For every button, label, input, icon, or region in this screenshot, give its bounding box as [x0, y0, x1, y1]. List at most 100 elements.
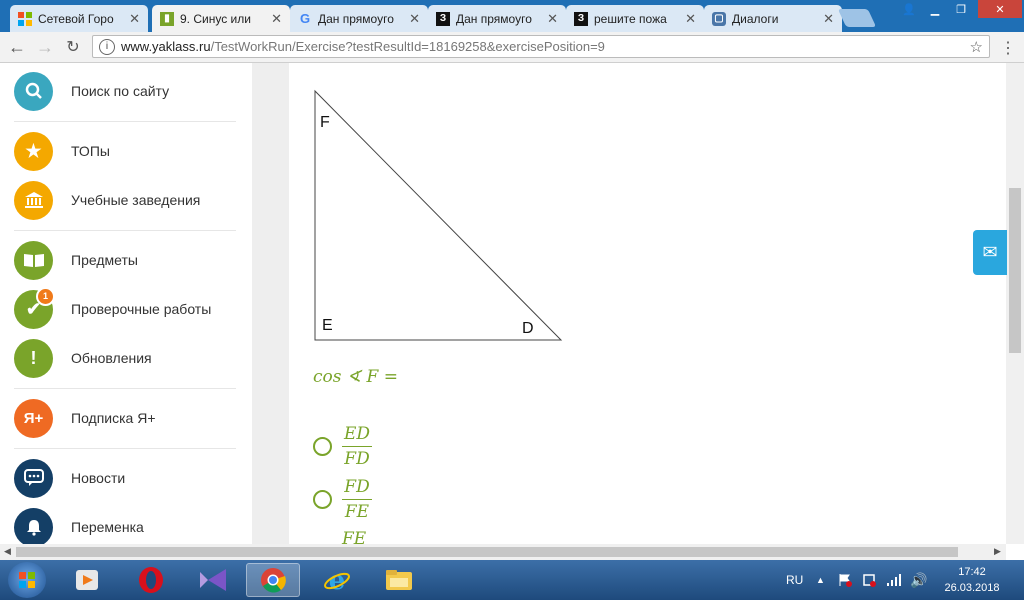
horizontal-scrollbar[interactable]: ◀ ▶	[0, 544, 1006, 560]
triangle-figure	[314, 89, 563, 341]
system-clock[interactable]: 17:42 26.03.2018	[940, 564, 1004, 596]
url-host: www.yaklass.ru	[121, 39, 211, 54]
volume-icon[interactable]: 🔊	[910, 560, 927, 600]
tab-title: решите пожа	[594, 11, 667, 26]
sidebar-item-label: ТОПы	[71, 143, 110, 159]
tab-title: Дан прямоуго	[456, 11, 532, 26]
tab-znanija-1[interactable]: З Дан прямоуго ✕	[428, 5, 566, 32]
clock-date: 26.03.2018	[944, 582, 1000, 594]
building-icon	[14, 180, 53, 220]
envelope-icon: ✉	[982, 242, 998, 262]
user-profile-icon[interactable]: 👤	[896, 0, 922, 18]
tab-close-icon[interactable]: ✕	[547, 11, 558, 27]
tab-google-search[interactable]: G Дан прямоуго ✕	[290, 5, 428, 32]
sidebar-item-label: Поиск по сайту	[71, 83, 170, 99]
tab-sinus[interactable]: ▮ 9. Синус или ✕	[152, 5, 290, 32]
back-arrow-icon[interactable]: ←	[6, 36, 28, 58]
tab-close-icon[interactable]: ✕	[409, 11, 420, 27]
show-hidden-icons-icon[interactable]: ▲	[816, 560, 825, 600]
scroll-left-arrow-icon[interactable]: ◀	[4, 546, 11, 557]
action-center-flag-icon[interactable]	[838, 560, 852, 600]
znanija-favicon-icon: З	[574, 11, 588, 26]
internet-explorer-icon[interactable]: e	[310, 563, 364, 597]
numerator: ED	[343, 424, 371, 444]
svg-text:e: e	[329, 566, 346, 594]
tab-setevoy-gorod[interactable]: Сетевой Горо ✕	[10, 5, 148, 32]
sidebar-item-label: Предметы	[71, 252, 138, 268]
vertex-label-f: F	[320, 114, 330, 131]
search-icon	[14, 71, 53, 111]
fraction-bar	[342, 446, 372, 447]
sidebar-item-tops[interactable]: ★ ТОПы	[14, 131, 236, 171]
tab-dialogi[interactable]: ▢ Диалоги ✕	[704, 5, 842, 32]
restore-icon[interactable]: ❐	[948, 0, 974, 18]
feedback-mail-button[interactable]: ✉	[973, 230, 1007, 275]
divider	[14, 388, 236, 389]
vk-favicon-icon: ▢	[712, 11, 726, 26]
start-button[interactable]	[8, 562, 46, 598]
radio-button[interactable]	[313, 437, 332, 456]
bell-icon	[14, 507, 53, 544]
close-window-icon[interactable]: ✕	[978, 0, 1022, 18]
google-favicon-icon: G	[299, 11, 311, 26]
network-signal-icon[interactable]	[886, 560, 902, 600]
chrome-icon[interactable]	[246, 563, 300, 597]
scroll-right-arrow-icon[interactable]: ▶	[994, 546, 1001, 557]
sidebar-item-search[interactable]: Поиск по сайту	[14, 71, 236, 111]
radio-button[interactable]	[313, 490, 332, 509]
forward-arrow-icon[interactable]: →	[34, 36, 56, 58]
denominator: FE	[344, 502, 370, 522]
tab-close-icon[interactable]: ✕	[823, 11, 834, 27]
sidebar: Поиск по сайту ★ ТОПы Учебные заведения …	[0, 63, 252, 544]
browser-tab-strip: Сетевой Горо ✕ ▮ 9. Синус или ✕ G Дан пр…	[0, 0, 1024, 32]
tab-close-icon[interactable]: ✕	[129, 11, 140, 27]
new-tab-button[interactable]	[837, 9, 877, 27]
check-icon: ✔ 1	[14, 286, 55, 329]
sidebar-item-news[interactable]: Новости	[14, 458, 236, 498]
sidebar-item-schools[interactable]: Учебные заведения	[14, 180, 236, 220]
scrollbar-thumb[interactable]	[1009, 188, 1021, 353]
file-explorer-icon[interactable]	[372, 563, 426, 597]
sidebar-item-label: Проверочные работы	[71, 301, 212, 317]
scrollbar-thumb[interactable]	[16, 547, 958, 557]
minimize-icon[interactable]: ▁	[922, 0, 948, 18]
answer-option-2[interactable]: FD FE	[313, 477, 372, 522]
tab-close-icon[interactable]: ✕	[685, 11, 696, 27]
tab-title: Сетевой Горо	[38, 11, 114, 26]
answer-option-3[interactable]: FE	[313, 529, 366, 544]
language-indicator[interactable]: RU	[786, 560, 803, 600]
vertex-label-d: D	[522, 320, 534, 337]
sidebar-item-subscription[interactable]: Я+ Подписка Я+	[14, 398, 236, 438]
vertex-label-e: E	[322, 317, 333, 334]
opera-icon[interactable]	[124, 563, 178, 597]
site-info-icon[interactable]: i	[99, 38, 115, 55]
fraction: FE	[342, 529, 366, 544]
tab-close-icon[interactable]: ✕	[271, 11, 282, 27]
divider	[14, 448, 236, 449]
sidebar-item-tests[interactable]: ✔ 1 Проверочные работы	[14, 286, 236, 329]
sidebar-item-updates[interactable]: ! Обновления	[14, 338, 236, 378]
fraction: FD FE	[342, 477, 372, 522]
yaklass-favicon-icon: ▮	[160, 11, 174, 26]
vertical-scrollbar[interactable]	[1006, 63, 1024, 544]
sidebar-item-break[interactable]: Переменка	[14, 507, 236, 544]
address-bar[interactable]: i www.yaklass.ru/TestWorkRun/Exercise?te…	[92, 35, 990, 58]
exclamation-icon: !	[14, 338, 53, 378]
sidebar-item-subjects[interactable]: Предметы	[14, 240, 236, 280]
chat-icon	[14, 458, 53, 498]
numerator: FE	[342, 529, 367, 544]
media-player-icon[interactable]	[60, 563, 114, 597]
numerator: FD	[344, 477, 370, 497]
divider	[14, 121, 236, 122]
answer-option-1[interactable]: ED FD	[313, 424, 372, 469]
page-gutter	[252, 63, 289, 544]
sidebar-item-label: Подписка Я+	[71, 410, 156, 426]
device-icon[interactable]	[862, 560, 876, 600]
bookmark-star-icon[interactable]: ☆	[970, 38, 983, 56]
fraction: ED FD	[342, 424, 372, 469]
browser-menu-icon[interactable]: ⋮	[1000, 38, 1016, 57]
visual-studio-icon[interactable]	[186, 563, 240, 597]
reload-icon[interactable]: ↻	[62, 36, 84, 58]
tab-znanija-2[interactable]: З решите пожа ✕	[566, 5, 704, 32]
browser-toolbar: ← → ↻ i www.yaklass.ru/TestWorkRun/Exerc…	[0, 32, 1024, 63]
